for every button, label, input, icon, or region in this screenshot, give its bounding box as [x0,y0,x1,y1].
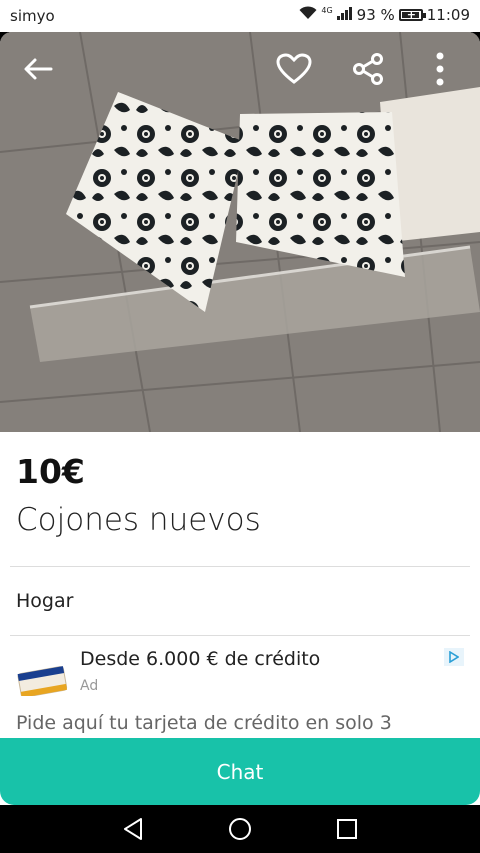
more-vertical-icon[interactable] [418,47,462,91]
clock: 11:09 [426,6,470,24]
listing-category[interactable]: Hogar [0,567,480,635]
battery-icon: + [398,8,426,21]
recents-square-icon[interactable] [333,815,361,843]
listing-details: 10€ Cojones nuevos [0,452,480,540]
listing-title: Cojones nuevos [16,502,261,538]
wifi-icon [299,6,317,24]
ad-label: Ad [80,678,99,694]
ad-body: Pide aquí tu tarjeta de crédito en solo … [16,712,392,734]
app-screen: 10€ Cojones nuevos Hogar Desde 6.000 € d… [0,32,480,805]
photo-toolbar [0,32,480,108]
network-type: 4G [321,5,333,15]
share-icon[interactable] [346,47,390,91]
ad-banner[interactable]: Desde 6.000 € de crédito Ad Pide aquí tu… [0,636,480,736]
home-circle-icon[interactable] [226,815,254,843]
status-bar: simyo 4G 93 % + 11:09 [0,0,480,32]
ad-choices-icon[interactable] [444,648,464,666]
carrier-name: simyo [10,7,55,25]
heart-icon[interactable] [272,47,316,91]
listing-price: 10€ [16,452,85,491]
back-arrow-icon[interactable] [16,47,60,91]
signal-icon [336,6,353,24]
chat-button[interactable]: Chat [0,738,480,805]
back-triangle-icon[interactable] [120,815,148,843]
visa-card-logo [16,664,68,698]
battery-percent: 93 % [356,6,395,24]
android-nav-bar [0,805,480,853]
ad-headline[interactable]: Desde 6.000 € de crédito [80,648,320,670]
product-photo[interactable] [0,32,480,432]
